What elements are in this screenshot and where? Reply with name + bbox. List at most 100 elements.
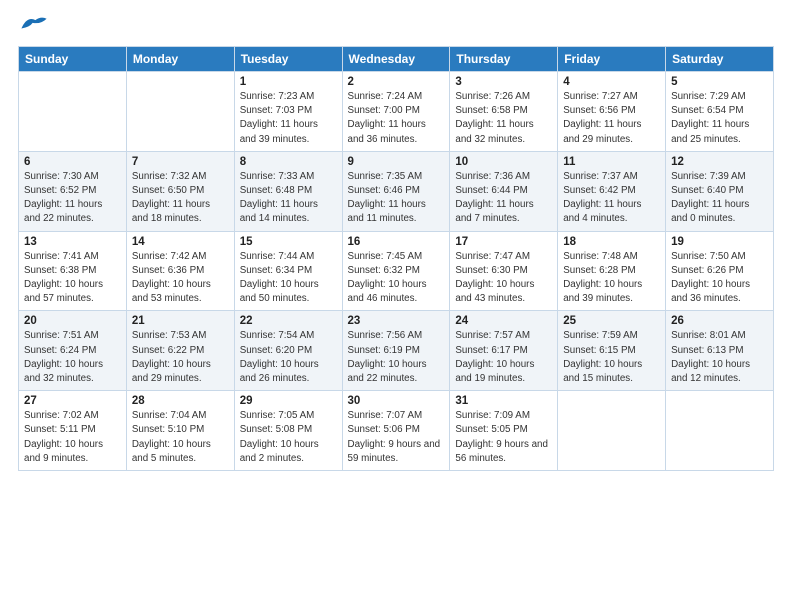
logo xyxy=(18,14,48,38)
calendar-cell: 17 Sunrise: 7:47 AM Sunset: 6:30 PM Dayli… xyxy=(450,231,558,311)
day-info: Sunrise: 7:45 AM Sunset: 6:32 PM Dayligh… xyxy=(348,250,445,307)
calendar-cell: 31Sunrise: 7:09 AM Sunset: 5:05 PM Dayli… xyxy=(450,391,558,471)
day-info: Sunrise: 7:56 AM Sunset: 6:19 PM Dayligh… xyxy=(348,329,445,386)
calendar-cell: 12 Sunrise: 7:39 AM Sunset: 6:40 PM Dayli… xyxy=(666,151,774,231)
day-number: 31 xyxy=(455,395,552,407)
calendar-cell: 10Sunrise: 7:36 AM Sunset: 6:44 PM Dayli… xyxy=(450,151,558,231)
day-info: Sunrise: 7:32 AM Sunset: 6:50 PM Dayligh… xyxy=(132,170,229,227)
day-info: Sunrise: 7:24 AM Sunset: 7:00 PM Dayligh… xyxy=(348,90,445,147)
day-info: Sunrise: 7:37 AM Sunset: 6:42 PM Dayligh… xyxy=(563,170,660,227)
day-number: 13 xyxy=(24,236,121,248)
day-number: 22 xyxy=(240,315,337,327)
day-number: 28 xyxy=(132,395,229,407)
day-info: Sunrise: 7:39 AM Sunset: 6:40 PM Dayligh… xyxy=(671,170,768,227)
weekday-header-tuesday: Tuesday xyxy=(234,47,342,72)
day-info: Sunrise: 8:01 AM Sunset: 6:13 PM Dayligh… xyxy=(671,329,768,386)
calendar-cell: 29 Sunrise: 7:05 AM Sunset: 5:08 PM Dayli… xyxy=(234,391,342,471)
calendar-cell xyxy=(666,391,774,471)
day-info: Sunrise: 7:54 AM Sunset: 6:20 PM Dayligh… xyxy=(240,329,337,386)
day-number: 24 xyxy=(455,315,552,327)
day-info: Sunrise: 7:30 AM Sunset: 6:52 PM Dayligh… xyxy=(24,170,121,227)
calendar-cell: 7 Sunrise: 7:32 AM Sunset: 6:50 PM Daylig… xyxy=(126,151,234,231)
day-info: Sunrise: 7:23 AM Sunset: 7:03 PM Dayligh… xyxy=(240,90,337,147)
calendar-cell: 20Sunrise: 7:51 AM Sunset: 6:24 PM Dayli… xyxy=(19,311,127,391)
day-info: Sunrise: 7:53 AM Sunset: 6:22 PM Dayligh… xyxy=(132,329,229,386)
day-info: Sunrise: 7:50 AM Sunset: 6:26 PM Dayligh… xyxy=(671,250,768,307)
day-number: 16 xyxy=(348,236,445,248)
day-number: 25 xyxy=(563,315,660,327)
calendar-cell: 2Sunrise: 7:24 AM Sunset: 7:00 PM Daylig… xyxy=(342,72,450,152)
calendar-cell: 21 Sunrise: 7:53 AM Sunset: 6:22 PM Dayli… xyxy=(126,311,234,391)
day-number: 8 xyxy=(240,156,337,168)
weekday-header-friday: Friday xyxy=(558,47,666,72)
calendar-cell: 25 Sunrise: 7:59 AM Sunset: 6:15 PM Dayli… xyxy=(558,311,666,391)
day-info: Sunrise: 7:33 AM Sunset: 6:48 PM Dayligh… xyxy=(240,170,337,227)
calendar-cell: 8 Sunrise: 7:33 AM Sunset: 6:48 PM Daylig… xyxy=(234,151,342,231)
day-info: Sunrise: 7:57 AM Sunset: 6:17 PM Dayligh… xyxy=(455,329,552,386)
day-info: Sunrise: 7:27 AM Sunset: 6:56 PM Dayligh… xyxy=(563,90,660,147)
day-info: Sunrise: 7:05 AM Sunset: 5:08 PM Dayligh… xyxy=(240,409,337,466)
day-number: 5 xyxy=(671,76,768,88)
calendar-cell: 5 Sunrise: 7:29 AM Sunset: 6:54 PM Daylig… xyxy=(666,72,774,152)
calendar-week-row: 27 Sunrise: 7:02 AM Sunset: 5:11 PM Dayli… xyxy=(19,391,774,471)
day-info: Sunrise: 7:59 AM Sunset: 6:15 PM Dayligh… xyxy=(563,329,660,386)
calendar-cell: 4 Sunrise: 7:27 AM Sunset: 6:56 PM Daylig… xyxy=(558,72,666,152)
day-number: 23 xyxy=(348,315,445,327)
day-info: Sunrise: 7:29 AM Sunset: 6:54 PM Dayligh… xyxy=(671,90,768,147)
day-info: Sunrise: 7:02 AM Sunset: 5:11 PM Dayligh… xyxy=(24,409,121,466)
weekday-header-sunday: Sunday xyxy=(19,47,127,72)
day-number: 19 xyxy=(671,236,768,248)
day-number: 26 xyxy=(671,315,768,327)
day-number: 6 xyxy=(24,156,121,168)
day-number: 3 xyxy=(455,76,552,88)
calendar-cell: 23 Sunrise: 7:56 AM Sunset: 6:19 PM Dayli… xyxy=(342,311,450,391)
day-number: 4 xyxy=(563,76,660,88)
calendar-cell: 26 Sunrise: 8:01 AM Sunset: 6:13 PM Dayli… xyxy=(666,311,774,391)
calendar-cell: 24 Sunrise: 7:57 AM Sunset: 6:17 PM Dayli… xyxy=(450,311,558,391)
day-number: 9 xyxy=(348,156,445,168)
day-info: Sunrise: 7:48 AM Sunset: 6:28 PM Dayligh… xyxy=(563,250,660,307)
day-info: Sunrise: 7:04 AM Sunset: 5:10 PM Dayligh… xyxy=(132,409,229,466)
calendar-week-row: 13 Sunrise: 7:41 AM Sunset: 6:38 PM Dayli… xyxy=(19,231,774,311)
calendar-cell: 15Sunrise: 7:44 AM Sunset: 6:34 PM Dayli… xyxy=(234,231,342,311)
calendar-cell: 22 Sunrise: 7:54 AM Sunset: 6:20 PM Dayli… xyxy=(234,311,342,391)
day-info: Sunrise: 7:26 AM Sunset: 6:58 PM Dayligh… xyxy=(455,90,552,147)
calendar-cell: 19 Sunrise: 7:50 AM Sunset: 6:26 PM Dayli… xyxy=(666,231,774,311)
calendar-cell xyxy=(19,72,127,152)
day-number: 29 xyxy=(240,395,337,407)
calendar-cell: 16 Sunrise: 7:45 AM Sunset: 6:32 PM Dayli… xyxy=(342,231,450,311)
day-number: 27 xyxy=(24,395,121,407)
calendar-table: SundayMondayTuesdayWednesdayThursdayFrid… xyxy=(18,46,774,471)
calendar-cell: 1 Sunrise: 7:23 AM Sunset: 7:03 PM Daylig… xyxy=(234,72,342,152)
weekday-header-thursday: Thursday xyxy=(450,47,558,72)
calendar-cell: 14Sunrise: 7:42 AM Sunset: 6:36 PM Dayli… xyxy=(126,231,234,311)
calendar-week-row: 1 Sunrise: 7:23 AM Sunset: 7:03 PM Daylig… xyxy=(19,72,774,152)
calendar-cell: 18 Sunrise: 7:48 AM Sunset: 6:28 PM Dayli… xyxy=(558,231,666,311)
day-number: 30 xyxy=(348,395,445,407)
calendar-cell: 13 Sunrise: 7:41 AM Sunset: 6:38 PM Dayli… xyxy=(19,231,127,311)
day-info: Sunrise: 7:36 AM Sunset: 6:44 PM Dayligh… xyxy=(455,170,552,227)
calendar-cell: 9Sunrise: 7:35 AM Sunset: 6:46 PM Daylig… xyxy=(342,151,450,231)
day-number: 1 xyxy=(240,76,337,88)
day-number: 17 xyxy=(455,236,552,248)
page: SundayMondayTuesdayWednesdayThursdayFrid… xyxy=(0,0,792,612)
day-info: Sunrise: 7:47 AM Sunset: 6:30 PM Dayligh… xyxy=(455,250,552,307)
weekday-header-row: SundayMondayTuesdayWednesdayThursdayFrid… xyxy=(19,47,774,72)
day-number: 7 xyxy=(132,156,229,168)
weekday-header-saturday: Saturday xyxy=(666,47,774,72)
calendar-cell: 27 Sunrise: 7:02 AM Sunset: 5:11 PM Dayli… xyxy=(19,391,127,471)
calendar-cell: 6 Sunrise: 7:30 AM Sunset: 6:52 PM Daylig… xyxy=(19,151,127,231)
calendar-cell xyxy=(126,72,234,152)
weekday-header-wednesday: Wednesday xyxy=(342,47,450,72)
day-number: 18 xyxy=(563,236,660,248)
header xyxy=(18,10,774,38)
day-info: Sunrise: 7:41 AM Sunset: 6:38 PM Dayligh… xyxy=(24,250,121,307)
day-number: 20 xyxy=(24,315,121,327)
day-info: Sunrise: 7:44 AM Sunset: 6:34 PM Dayligh… xyxy=(240,250,337,307)
day-number: 14 xyxy=(132,236,229,248)
day-number: 12 xyxy=(671,156,768,168)
day-number: 21 xyxy=(132,315,229,327)
calendar-cell xyxy=(558,391,666,471)
calendar-week-row: 6 Sunrise: 7:30 AM Sunset: 6:52 PM Daylig… xyxy=(19,151,774,231)
calendar-cell: 28 Sunrise: 7:04 AM Sunset: 5:10 PM Dayli… xyxy=(126,391,234,471)
